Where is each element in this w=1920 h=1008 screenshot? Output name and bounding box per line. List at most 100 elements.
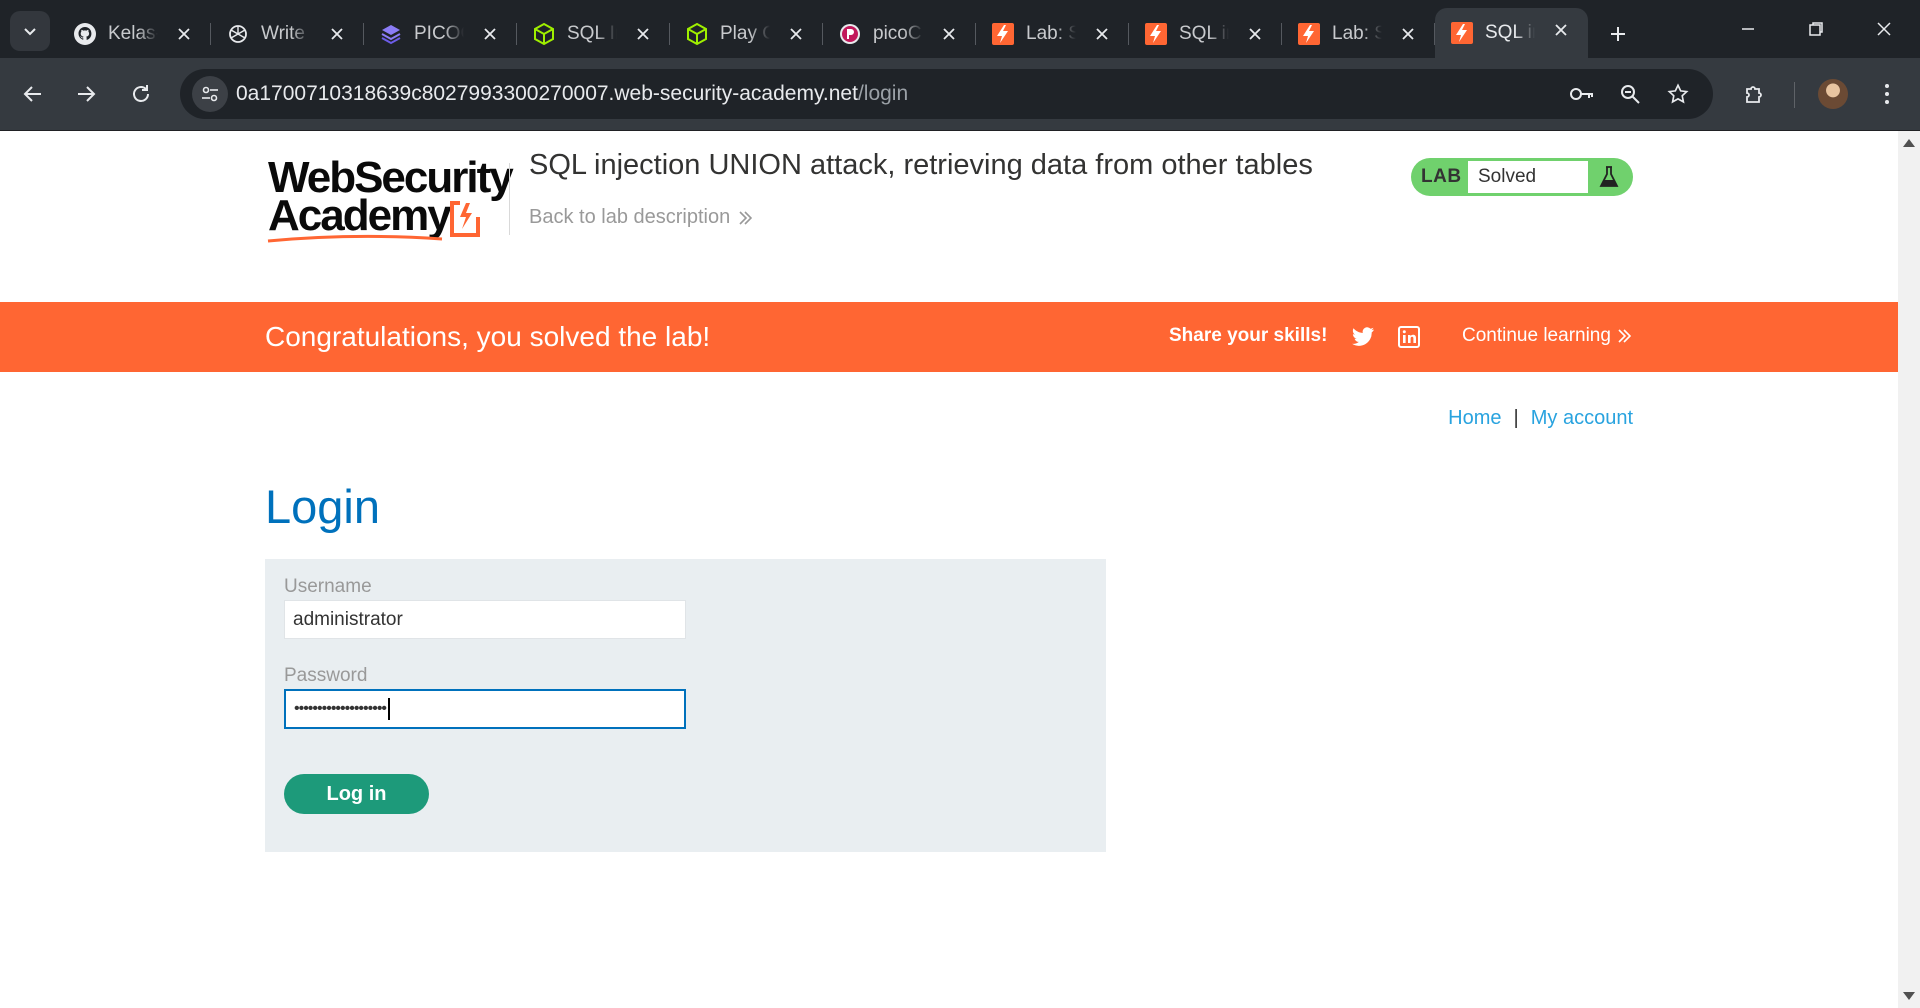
arrow-right-icon	[78, 86, 96, 102]
avatar	[1818, 79, 1848, 109]
url-host: 0a1700710318639c8027993300270007.web-sec…	[236, 82, 858, 105]
congratulations-message: Congratulations, you solved the lab!	[265, 321, 711, 352]
reload-icon	[133, 85, 149, 102]
portswigger-icon	[1449, 20, 1475, 46]
profile-button[interactable]	[1813, 74, 1853, 114]
forward-button[interactable]	[66, 74, 106, 114]
scroll-down-arrow[interactable]	[1898, 988, 1920, 1004]
kebab-menu-icon	[1885, 84, 1889, 104]
close-window-button[interactable]	[1856, 0, 1912, 58]
address-bar[interactable]: 0a1700710318639c8027993300270007.web-sec…	[180, 69, 1713, 119]
tab-title: SQL in	[1485, 22, 1535, 43]
close-tab-icon[interactable]	[479, 23, 501, 45]
lightning-bolt-icon	[450, 201, 480, 237]
password-value: ••••••••••••••••••••	[294, 700, 387, 717]
page-title: Login	[265, 480, 380, 533]
password-key-button[interactable]	[1566, 78, 1598, 110]
picoctf-icon	[837, 21, 863, 47]
tab-strip: Kelas- Write PICOC SQL In Play C picoC Lab: S S…	[0, 0, 1920, 58]
close-tab-icon[interactable]	[1550, 19, 1572, 41]
login-button[interactable]: Log in	[284, 774, 429, 814]
tab-list: Kelas- Write PICOC SQL In Play C picoC Lab: S S…	[58, 8, 1640, 58]
congratulations-banner: Congratulations, you solved the lab! Sha…	[0, 302, 1898, 372]
close-tab-icon[interactable]	[785, 23, 807, 45]
github-icon	[72, 21, 98, 47]
username-label: Username	[284, 576, 372, 597]
triangle-up-icon	[1903, 139, 1915, 147]
close-tab-icon[interactable]	[326, 23, 348, 45]
toolbar-divider	[1794, 82, 1795, 108]
tab-title: picoC	[873, 23, 922, 44]
lab-status-text: Solved	[1478, 166, 1537, 187]
minimize-button[interactable]	[1720, 0, 1776, 58]
cube-icon	[684, 21, 710, 47]
site-info-button[interactable]	[192, 76, 228, 112]
browser-toolbar: 0a1700710318639c8027993300270007.web-sec…	[0, 58, 1920, 130]
twitter-icon	[1352, 327, 1374, 346]
linkedin-share-button[interactable]	[1396, 324, 1422, 350]
close-tab-icon[interactable]	[1091, 23, 1113, 45]
restore-button[interactable]	[1788, 0, 1844, 58]
tab[interactable]: picoC	[823, 12, 976, 56]
tab-title: Kelas-	[108, 23, 158, 44]
flask-icon	[1596, 164, 1622, 190]
star-icon	[1667, 83, 1689, 104]
tab-title: Write	[261, 23, 305, 44]
tab[interactable]: Write	[211, 12, 364, 56]
tab[interactable]: PICOC	[364, 12, 517, 56]
zoom-icon	[1621, 85, 1640, 104]
tab-search-button[interactable]	[10, 11, 50, 51]
username-field[interactable]: administrator	[284, 600, 686, 639]
cube-icon	[531, 21, 557, 47]
page-viewport: WebSecurity Academy SQL injection UNION …	[0, 131, 1898, 1008]
chevron-down-icon	[24, 28, 36, 36]
extensions-button[interactable]	[1734, 74, 1774, 114]
triangle-down-icon	[1903, 992, 1915, 1000]
new-tab-button[interactable]	[1596, 12, 1640, 56]
tab-title: Play C	[720, 23, 770, 44]
close-tab-icon[interactable]	[1397, 23, 1419, 45]
home-link[interactable]: Home	[1448, 407, 1501, 429]
back-button[interactable]	[13, 74, 53, 114]
menu-button[interactable]	[1867, 74, 1907, 114]
zoom-button[interactable]	[1614, 78, 1646, 110]
tab[interactable]: Lab: S	[976, 12, 1129, 56]
linkedin-icon	[1398, 326, 1420, 348]
tab[interactable]: SQL in	[1129, 12, 1282, 56]
web-security-academy-logo[interactable]: WebSecurity Academy	[266, 153, 514, 245]
tab[interactable]: SQL In	[517, 12, 670, 56]
tab-title: SQL In	[567, 23, 617, 44]
plus-icon	[1611, 27, 1625, 41]
twitter-share-button[interactable]	[1350, 324, 1376, 350]
key-icon	[1570, 88, 1593, 100]
vertical-scrollbar[interactable]	[1898, 131, 1920, 1008]
layers-icon	[378, 21, 404, 47]
back-to-lab-link[interactable]: Back to lab description	[529, 206, 753, 229]
close-tab-icon[interactable]	[173, 23, 195, 45]
tab-active[interactable]: SQL in	[1435, 8, 1588, 58]
tab[interactable]: Lab: S	[1282, 12, 1435, 56]
tab[interactable]: Play C	[670, 12, 823, 56]
close-tab-icon[interactable]	[938, 23, 960, 45]
close-tab-icon[interactable]	[632, 23, 654, 45]
puzzle-icon	[1746, 86, 1762, 103]
bookmark-button[interactable]	[1662, 78, 1694, 110]
password-field[interactable]: ••••••••••••••••••••	[284, 689, 686, 729]
text-caret	[388, 698, 391, 720]
tab[interactable]: Kelas-	[58, 12, 211, 56]
double-chevron-right-icon	[739, 210, 753, 225]
openai-icon	[225, 21, 251, 47]
tab-title: Lab: S	[1332, 23, 1382, 44]
portswigger-icon	[1296, 21, 1322, 47]
lab-tag: LAB	[1421, 166, 1462, 187]
my-account-link[interactable]: My account	[1531, 407, 1633, 429]
url-text[interactable]: 0a1700710318639c8027993300270007.web-sec…	[236, 82, 908, 106]
arrow-left-icon	[23, 86, 41, 102]
double-chevron-right-icon	[1618, 329, 1631, 343]
continue-learning-link[interactable]: Continue learning	[1462, 325, 1631, 347]
close-tab-icon[interactable]	[1244, 23, 1266, 45]
password-label: Password	[284, 665, 368, 686]
scroll-up-arrow[interactable]	[1898, 135, 1920, 151]
portswigger-icon	[990, 21, 1016, 47]
reload-button[interactable]	[121, 74, 161, 114]
